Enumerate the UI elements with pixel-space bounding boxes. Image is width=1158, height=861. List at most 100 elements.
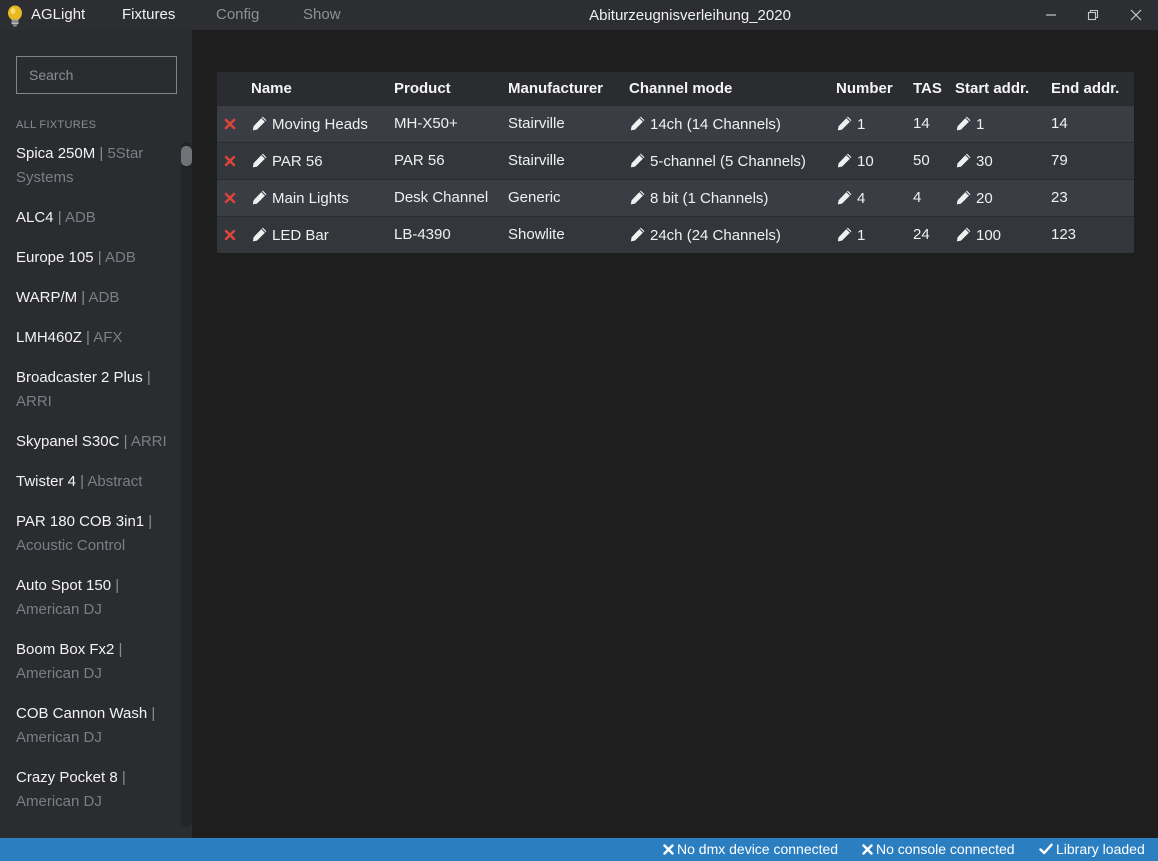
fixture-list-item[interactable]: Skypanel S30C | ARRI (16, 430, 168, 454)
sidebar-scrollbar-thumb[interactable] (181, 146, 192, 166)
fixture-list-item[interactable]: Twister 4 | Abstract (16, 470, 168, 494)
fixture-item-separator: | (114, 641, 123, 658)
menu-fixtures[interactable]: Fixtures (122, 6, 175, 23)
status-dmx: No dmx device connected (663, 841, 838, 857)
number-value: 4 (857, 189, 866, 207)
fixture-list-item[interactable]: PAR 180 COB 3in1 | Acoustic Control (16, 510, 168, 558)
edit-start-address-icon[interactable] (955, 226, 972, 243)
edit-start-address-icon[interactable] (955, 115, 972, 132)
cell-manufacturer: Stairville (508, 104, 629, 142)
table-row: LED Bar LB-4390 Showlite 24ch (24 Channels)… (217, 215, 1134, 253)
menu-show[interactable]: Show (303, 6, 341, 23)
cell-product: Desk Channel (394, 178, 508, 216)
fixture-item-name: Spica 250M (16, 145, 96, 162)
channel-mode-value: 5-channel (5 Channels) (650, 152, 806, 170)
start-address-value: 100 (976, 226, 1002, 244)
channel-mode-value: 24ch (24 Channels) (650, 226, 781, 244)
cell-number: 10 (836, 141, 913, 179)
fixture-item-name: Twister 4 (16, 473, 77, 490)
delete-icon[interactable] (224, 155, 236, 167)
delete-icon[interactable] (224, 229, 236, 241)
edit-channel-mode-icon[interactable] (629, 189, 646, 206)
fixture-list-item[interactable]: LMH460Z | AFX (16, 326, 168, 350)
cell-name: LED Bar (251, 215, 394, 253)
edit-number-icon[interactable] (836, 152, 853, 169)
fixture-list-item[interactable]: Europe 105 | ADB (16, 246, 168, 270)
x-icon (663, 844, 674, 855)
channel-mode-value: 8 bit (1 Channels) (650, 189, 769, 207)
fixture-list-item[interactable]: Spica 250M | 5Star Systems (16, 142, 168, 190)
search-input[interactable] (16, 56, 177, 94)
channel-mode-value: 14ch (14 Channels) (650, 115, 781, 133)
fixture-item-manufacturer: American DJ (16, 665, 102, 682)
header-channel-mode: Channel mode (629, 72, 836, 105)
table-header-row: Name Product Manufacturer Channel mode N… (217, 72, 1134, 105)
edit-name-icon[interactable] (251, 189, 268, 206)
fixture-list-item[interactable]: Auto Spot 150 | American DJ (16, 574, 168, 622)
fixture-item-separator: | (144, 513, 153, 530)
close-button[interactable] (1114, 0, 1158, 30)
header-product: Product (394, 72, 508, 105)
restore-button[interactable] (1071, 0, 1115, 30)
fixture-item-manufacturer: ADB (104, 249, 136, 266)
fixture-item-manufacturer: ADB (88, 289, 120, 306)
edit-number-icon[interactable] (836, 226, 853, 243)
fixture-item-manufacturer: ARRI (16, 393, 52, 410)
title-bar: AGLight Fixtures Config Show Abiturzeugn… (0, 0, 1158, 30)
delete-icon[interactable] (224, 192, 236, 204)
cell-manufacturer: Generic (508, 178, 629, 216)
fixture-item-separator: | (76, 473, 88, 490)
fixture-item-manufacturer: AFX (93, 329, 123, 346)
number-value: 1 (857, 115, 866, 133)
delete-icon[interactable] (224, 118, 236, 130)
lightbulb-logo-icon (8, 5, 22, 27)
edit-channel-mode-icon[interactable] (629, 115, 646, 132)
cell-tas: 4 (913, 178, 955, 216)
number-value: 1 (857, 226, 866, 244)
minimize-icon (1046, 14, 1056, 16)
menu-config[interactable]: Config (216, 6, 259, 23)
app-title: AGLight (31, 6, 86, 23)
fixture-item-separator: | (81, 329, 94, 346)
fixture-name: Main Lights (272, 189, 349, 207)
minimize-button[interactable] (1029, 0, 1073, 30)
edit-start-address-icon[interactable] (955, 189, 972, 206)
fixture-item-separator: | (95, 145, 108, 162)
fixture-item-separator: | (111, 577, 120, 594)
edit-name-icon[interactable] (251, 152, 268, 169)
edit-channel-mode-icon[interactable] (629, 152, 646, 169)
edit-number-icon[interactable] (836, 115, 853, 132)
fixture-list-item[interactable]: Boom Box Fx2 | American DJ (16, 638, 168, 686)
fixture-item-name: Skypanel S30C (16, 433, 120, 450)
fixture-list-item[interactable]: COB Cannon Wash | American DJ (16, 702, 168, 750)
fixture-list-item[interactable]: WARP/M | ADB (16, 286, 168, 310)
cell-product: PAR 56 (394, 141, 508, 179)
cell-name: PAR 56 (251, 141, 394, 179)
restore-icon (1087, 9, 1099, 21)
table-row: PAR 56 PAR 56 Stairville 5-channel (5 Chann… (217, 141, 1134, 179)
fixture-name: Moving Heads (272, 115, 368, 133)
edit-start-address-icon[interactable] (955, 152, 972, 169)
fixture-name: PAR 56 (272, 152, 323, 170)
cell-manufacturer: Stairville (508, 141, 629, 179)
fixture-item-manufacturer: ADB (64, 209, 96, 226)
header-end-address: End addr. (1051, 72, 1134, 105)
fixture-item-manufacturer: American DJ (16, 793, 102, 810)
edit-number-icon[interactable] (836, 189, 853, 206)
header-number: Number (836, 72, 913, 105)
sidebar-scrollbar-track[interactable] (181, 142, 192, 827)
cell-number: 1 (836, 215, 913, 253)
start-address-value: 30 (976, 152, 993, 170)
cell-number: 4 (836, 178, 913, 216)
fixture-list-item[interactable]: Crazy Pocket 8 | American DJ (16, 766, 168, 814)
header-delete (217, 72, 251, 105)
edit-channel-mode-icon[interactable] (629, 226, 646, 243)
cell-product: LB-4390 (394, 215, 508, 253)
cell-start-address: 30 (955, 141, 1051, 179)
cell-tas: 24 (913, 215, 955, 253)
cell-start-address: 1 (955, 104, 1051, 142)
fixture-list-item[interactable]: ALC4 | ADB (16, 206, 168, 230)
edit-name-icon[interactable] (251, 226, 268, 243)
edit-name-icon[interactable] (251, 115, 268, 132)
fixture-list-item[interactable]: Broadcaster 2 Plus | ARRI (16, 366, 168, 414)
